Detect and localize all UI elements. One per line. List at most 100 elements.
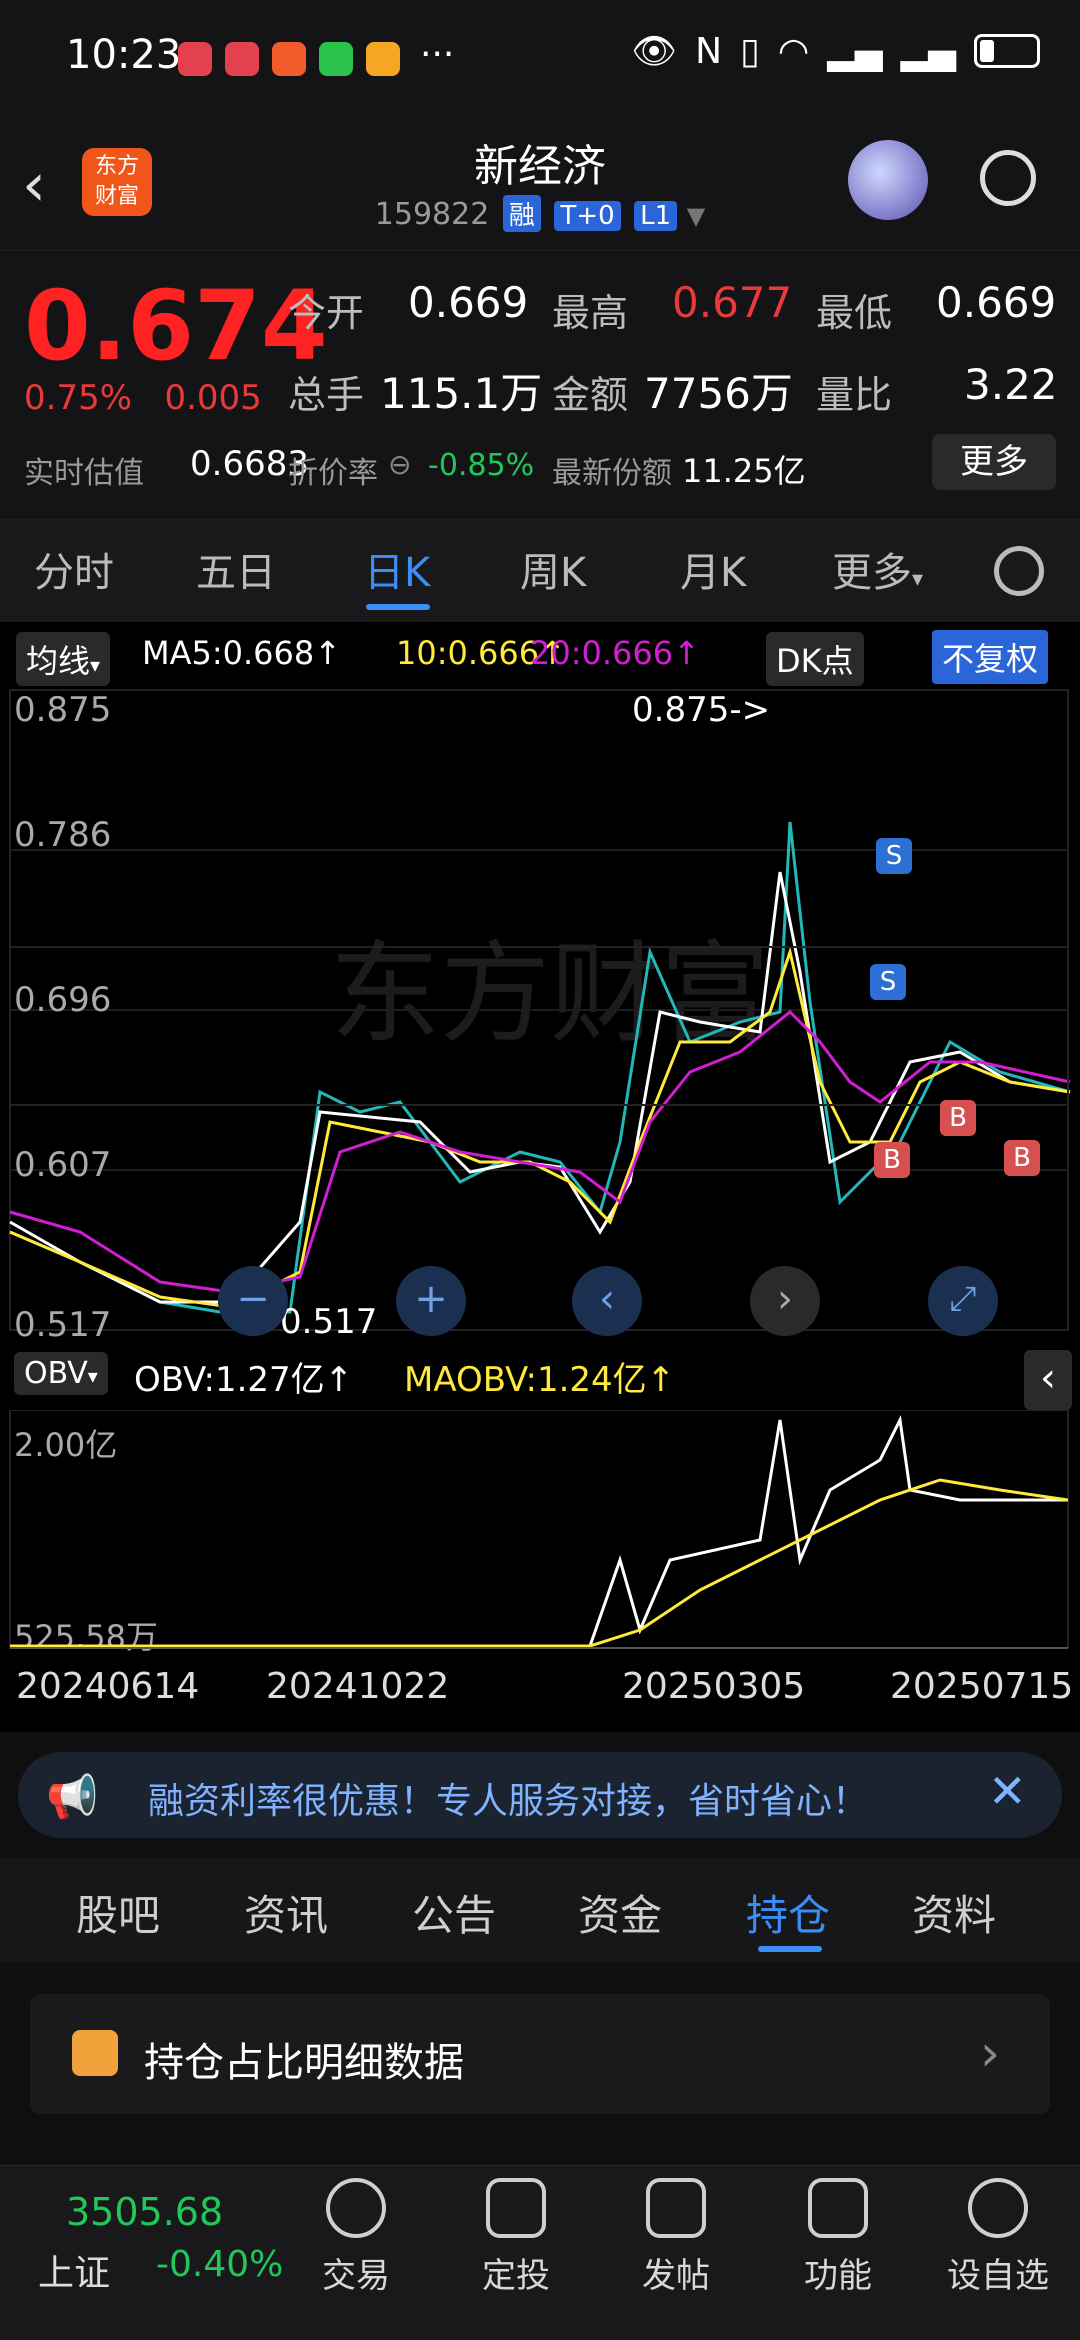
close-icon[interactable]: ✕ [988,1764,1027,1818]
tag-margin: 融 [502,195,541,232]
holding-title: 持仓占比明细数据 [144,2040,464,2086]
signal-icon: ▂▄ [900,30,956,72]
y-tick: 0.607 [14,1145,112,1185]
battery-icon [974,34,1040,68]
robot-assistant-icon[interactable] [848,140,928,220]
calendar-icon [72,2030,118,2076]
scroll-left-button[interactable]: ‹ [572,1266,642,1336]
index-name: 上证 [38,2253,111,2294]
obv-value: OBV:1.27亿↑ [134,1360,354,1400]
more-icon: ··· [420,34,455,75]
search-icon[interactable] [980,150,1036,206]
scroll-right-button[interactable]: › [750,1266,820,1336]
nav-function[interactable]: 功能 [768,2178,908,2297]
nav-add-watchlist[interactable]: 设自选 [928,2178,1068,2297]
price-change: 0.75% 0.005 [24,378,262,418]
active-tab-indicator [758,1946,822,1952]
tab-profile[interactable]: 资料 [912,1882,996,1943]
vol-ratio-value: 3.22 [964,360,1058,409]
date-tick: 20240614 [16,1666,200,1707]
discount-label: 折价率 [288,456,378,491]
tab-daily-k[interactable]: 日K [364,540,430,598]
tab-announcement[interactable]: 公告 [412,1882,496,1943]
obv-selector[interactable]: OBV▾ [14,1352,108,1395]
volume-label: 总手 [288,373,365,417]
estimate-label: 实时估值 [24,456,144,491]
low-label: 最低 [816,291,893,335]
open-label: 今开 [288,291,365,335]
status-time: 10:23 [66,32,182,78]
nav-post[interactable]: 发帖 [606,2178,746,2297]
wechat-icon [319,42,353,76]
buy-marker: B [940,1100,976,1136]
status-bar: 10:23 ··· 👁 N ▯ ◠ ▂▄ ▂▄ [0,0,1080,120]
info-icon[interactable]: ⊖ [388,448,411,481]
obv-line [10,1415,1068,1648]
settings-icon[interactable] [994,546,1044,596]
tab-more[interactable]: 更多▾ [832,540,923,598]
tag-l1: L1 [634,201,678,231]
high-value: 0.677 [672,278,793,327]
tab-holdings[interactable]: 持仓 [746,1882,830,1943]
date-tick: 20241022 [266,1666,450,1707]
fullscreen-button[interactable]: ⤢ [928,1266,998,1336]
buy-marker: B [1004,1140,1040,1176]
tab-five-day[interactable]: 五日 [196,540,276,598]
edit-icon [646,2178,706,2238]
tab-intraday[interactable]: 分时 [34,540,114,598]
fund-code: 159822 [374,197,490,232]
y-tick: 0.786 [14,815,112,855]
discount-value: -0.85% [428,448,535,483]
tab-funds[interactable]: 资金 [578,1882,662,1943]
open-value: 0.669 [408,278,529,327]
nfc-icon: N [695,30,723,72]
sell-marker: S [876,838,912,874]
tag-t0: T+0 [554,201,621,231]
vol-ratio-label: 量比 [816,373,893,417]
min-price-note: 0.517 [280,1302,378,1342]
index-change: -0.40% [156,2244,284,2285]
last-price: 0.674 [24,270,328,382]
index-value[interactable]: 3505.68 [66,2190,223,2234]
maobv-line [10,1478,1069,1648]
chart-icon [486,2178,546,2238]
tab-monthly-k[interactable]: 月K [680,540,746,598]
signal-icon: ▂▄ [827,30,883,72]
date-tick: 20250715 [890,1666,1074,1707]
obv-svg [9,1410,1069,1649]
app-icon [178,42,212,76]
vibrate-icon: ▯ [740,30,760,72]
high-label: 最高 [552,291,629,335]
max-price-note: 0.875-> [632,690,771,730]
maobv-value: MAOBV:1.24亿↑ [404,1360,676,1400]
active-tab-indicator [366,604,430,610]
y-tick: 0.517 [14,1305,112,1345]
nav-trade[interactable]: 交易 [286,2178,426,2297]
zoom-in-button[interactable]: + [396,1266,466,1336]
dropdown-icon: ▼ [686,202,706,230]
amount-label: 金额 [552,373,629,417]
tab-news[interactable]: 资讯 [244,1882,328,1943]
app-icon [225,42,259,76]
volume-value: 115.1万 [380,369,543,418]
more-button[interactable]: 更多 [932,434,1056,490]
chevron-right-icon: › [980,2024,1000,2082]
more-circle-icon [968,2178,1028,2238]
status-indicators: 👁 N ▯ ◠ ▂▄ ▂▄ [631,30,1040,72]
shares-label: 最新份额 [552,456,672,491]
svg-text:东方财富: 东方财富 [330,930,770,1058]
sell-marker: S [870,964,906,1000]
date-tick: 20250305 [622,1666,806,1707]
grid-icon [808,2178,868,2238]
zoom-out-button[interactable]: − [218,1266,288,1336]
tab-forum[interactable]: 股吧 [76,1882,160,1943]
tab-weekly-k[interactable]: 周K [520,540,586,598]
nav-invest[interactable]: 定投 [446,2178,586,2297]
wifi-icon: ◠ [777,30,810,72]
eye-icon: 👁 [631,31,678,72]
collapse-icon[interactable]: ‹ [1024,1350,1072,1410]
trade-icon [326,2178,386,2238]
megaphone-icon: 📢 [46,1772,99,1821]
y-tick: 0.875 [14,690,112,730]
shares-value: 11.25亿 [682,452,806,490]
